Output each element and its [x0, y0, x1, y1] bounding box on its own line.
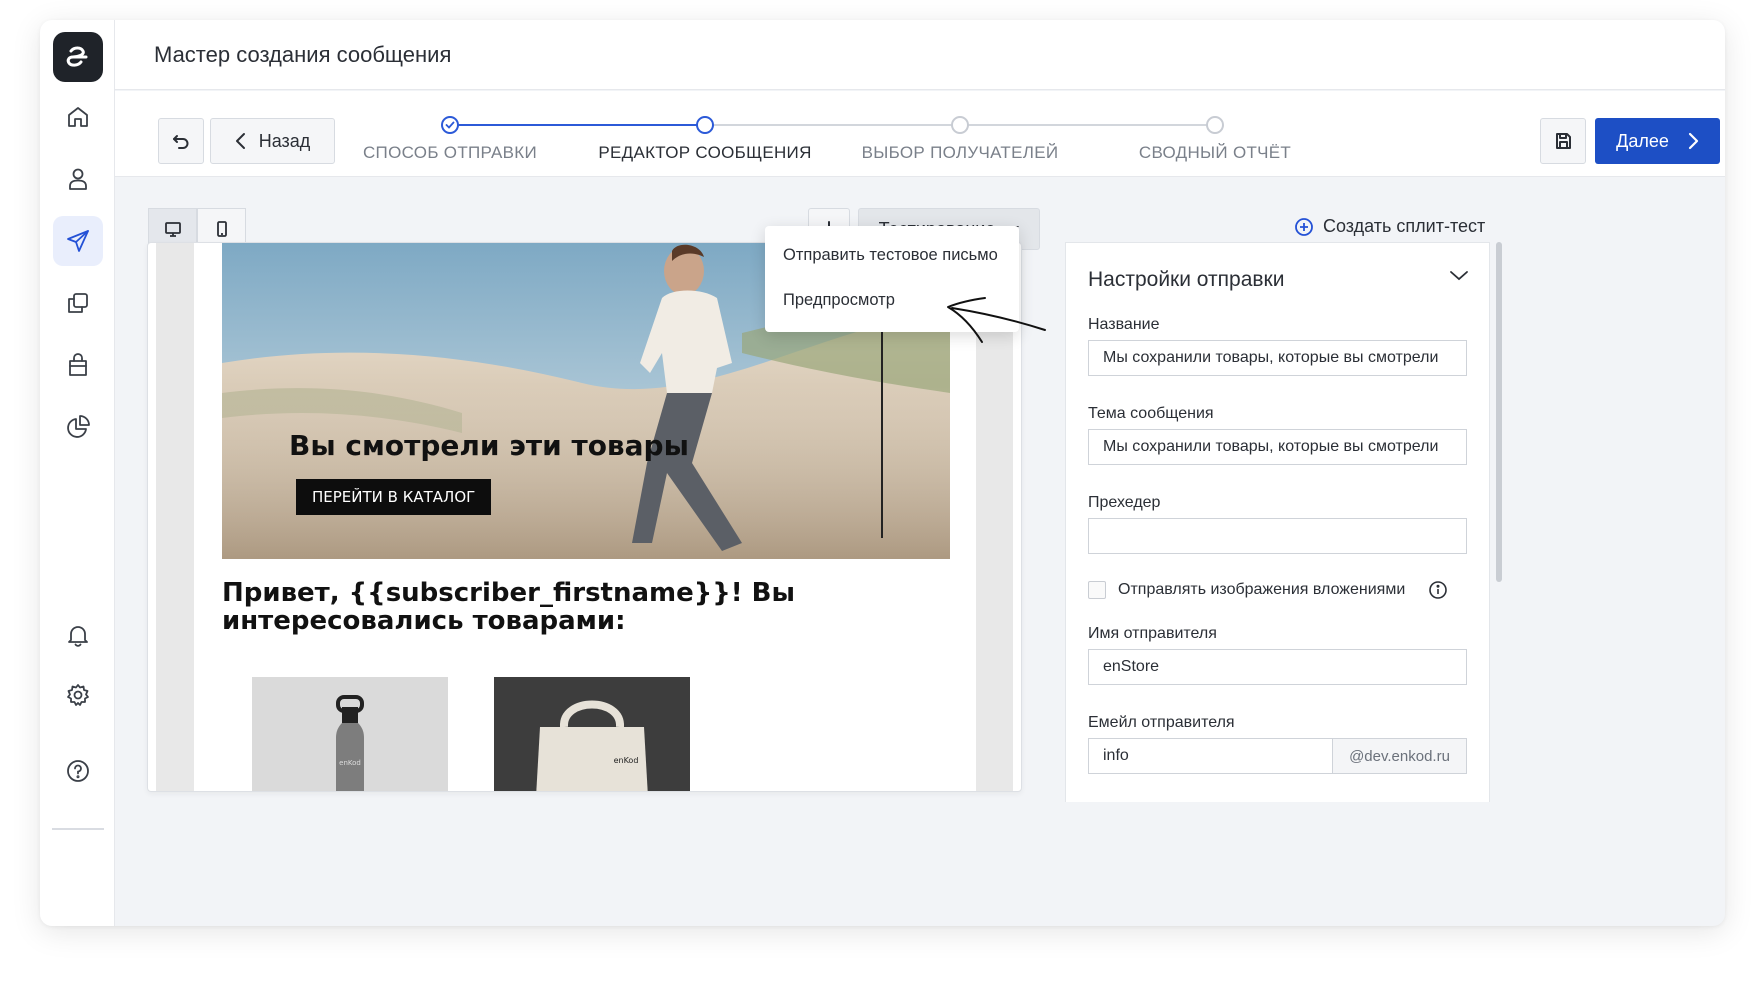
back-button[interactable]: Назад [210, 118, 335, 164]
step-dot-done[interactable] [441, 116, 459, 134]
send-settings-panel: Настройки отправки Название Мы сохранили… [1065, 242, 1490, 802]
preheader-input[interactable] [1088, 518, 1467, 554]
help-icon [67, 760, 89, 782]
send-icon [67, 230, 89, 252]
hero-title: Вы смотрели эти товары [289, 429, 689, 462]
name-label: Название [1088, 316, 1160, 333]
preview-item[interactable]: Предпросмотр [783, 291, 895, 310]
panel-title: Настройки отправки [1088, 268, 1285, 291]
sidebar-item-help[interactable] [53, 746, 103, 796]
copy-icon [68, 293, 88, 313]
step-label[interactable]: ВЫБОР ПОЛУЧАТЕЛЕЙ [862, 143, 1059, 163]
sender-name-input[interactable]: enStore [1088, 649, 1467, 685]
product-image-bag[interactable]: enKod [494, 677, 690, 791]
sender-email-input[interactable]: info [1088, 738, 1333, 774]
undo-button[interactable] [158, 118, 204, 164]
sidebar-item-settings[interactable] [53, 670, 103, 720]
attach-images-checkbox[interactable] [1088, 581, 1106, 599]
sender-email-label: Емейл отправителя [1088, 714, 1235, 731]
step-label[interactable]: СВОДНЫЙ ОТЧЁТ [1139, 143, 1291, 163]
preheader-label: Прехедер [1088, 494, 1161, 511]
tote-bag-image: enKod [494, 677, 690, 791]
create-split-test-link[interactable]: Создать сплит-тест [1294, 216, 1485, 237]
attach-images-label: Отправлять изображения вложениями [1118, 581, 1406, 598]
header: Мастер создания сообщения [115, 20, 1725, 90]
sidebar-divider [52, 828, 104, 830]
save-icon [1556, 133, 1571, 149]
logo-icon [66, 46, 88, 67]
bell-icon [68, 626, 88, 647]
step-dot-current[interactable] [696, 116, 714, 134]
sidebar [40, 20, 115, 926]
check-icon [445, 121, 455, 129]
preview-gutter [156, 243, 194, 791]
info-icon[interactable] [1428, 580, 1448, 605]
desktop-icon [164, 222, 181, 237]
sidebar-item-templates[interactable] [53, 278, 103, 328]
product-image-bottle[interactable]: enKod [252, 677, 448, 791]
step-connector [450, 124, 705, 126]
email-greeting: Привет, {{subscriber_firstname}}! Вы инт… [222, 578, 796, 636]
undo-icon [173, 135, 189, 149]
bag-brand-text: enKod [614, 756, 639, 765]
step-dot[interactable] [1206, 116, 1224, 134]
mobile-icon [216, 221, 227, 237]
chevron-right-icon [1688, 132, 1698, 150]
wizard-toolbar: Назад СПОСОБ ОТПРАВКИ РЕДАКТОР СООБЩЕНИЯ… [115, 91, 1725, 177]
chevron-left-icon [235, 133, 245, 149]
save-button[interactable] [1540, 118, 1586, 164]
bottle-brand-text: enKod [339, 759, 361, 767]
sidebar-item-shop[interactable] [53, 340, 103, 390]
bottle-image: enKod [252, 677, 448, 791]
step-label[interactable]: СПОСОБ ОТПРАВКИ [363, 143, 537, 163]
chevron-down-icon [1450, 271, 1468, 281]
plus-circle-icon [1295, 217, 1313, 236]
pie-chart-icon [67, 415, 90, 438]
annotation-arrow [947, 297, 1046, 343]
back-button-label: Назад [258, 130, 311, 151]
collapse-panel-button[interactable] [1449, 269, 1469, 288]
sidebar-item-home[interactable] [53, 92, 103, 142]
gear-icon [67, 684, 89, 706]
sidebar-item-contacts[interactable] [53, 154, 103, 204]
split-test-label: Создать сплит-тест [1323, 216, 1486, 236]
step-connector [960, 124, 1215, 126]
hero-cta-button[interactable]: ПЕРЕЙТИ В КАТАЛОГ [296, 479, 492, 515]
sidebar-item-analytics[interactable] [53, 402, 103, 452]
sender-email-domain: @dev.enkod.ru [1332, 738, 1467, 774]
step-dot[interactable] [951, 116, 969, 134]
home-icon [68, 107, 88, 127]
page-title: Мастер создания сообщения [154, 42, 452, 67]
bag-icon [69, 353, 87, 376]
sender-name-label: Имя отправителя [1088, 625, 1217, 642]
sidebar-item-messages[interactable] [53, 216, 103, 266]
step-connector [705, 124, 960, 126]
step-label-current[interactable]: РЕДАКТОР СООБЩЕНИЯ [598, 143, 811, 163]
panel-scrollbar[interactable] [1496, 242, 1502, 582]
subject-label: Тема сообщения [1088, 405, 1214, 422]
app-logo[interactable] [53, 32, 103, 82]
send-test-email-item[interactable]: Отправить тестовое письмо [783, 246, 998, 265]
name-input[interactable]: Мы сохранили товары, которые вы смотрели [1088, 340, 1467, 376]
subject-input[interactable]: Мы сохранили товары, которые вы смотрели [1088, 429, 1467, 465]
next-button[interactable]: Далее [1595, 118, 1720, 164]
next-button-label: Далее [1616, 130, 1669, 151]
app-window: Мастер создания сообщения Назад СПОСОБ О… [40, 20, 1725, 926]
user-icon [69, 168, 87, 190]
sidebar-item-notifications[interactable] [53, 610, 103, 660]
